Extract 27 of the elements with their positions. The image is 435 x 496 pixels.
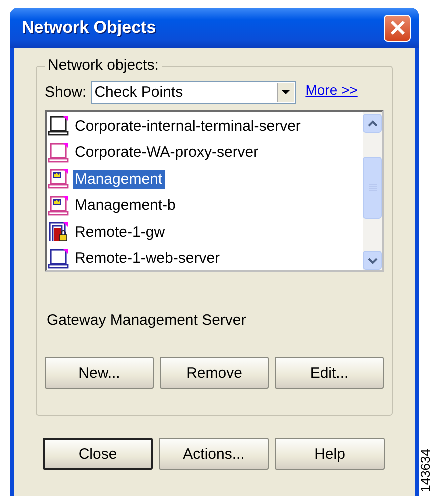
- dialog-button[interactable]: Actions...: [159, 438, 269, 470]
- figure-number: 143634: [419, 448, 433, 492]
- list-item[interactable]: Management-b: [73, 196, 178, 216]
- show-dropdown[interactable]: Check Points: [90, 81, 296, 104]
- close-button[interactable]: [384, 14, 411, 42]
- scroll-up-button[interactable]: [363, 114, 382, 133]
- chevron-down-icon: [368, 256, 378, 264]
- dialog-button[interactable]: Help: [275, 438, 385, 470]
- close-icon: [388, 19, 406, 37]
- more-link[interactable]: More >>: [306, 82, 358, 98]
- show-label: Show:: [45, 84, 87, 101]
- scrollbar[interactable]: [363, 112, 382, 270]
- scroll-thumb[interactable]: [363, 157, 382, 219]
- object-description: Gateway Management Server: [47, 312, 248, 329]
- scroll-down-button[interactable]: [363, 251, 382, 270]
- chevron-up-icon: [368, 120, 378, 128]
- list-item[interactable]: Corporate-WA-proxy-server: [73, 143, 261, 162]
- list-item[interactable]: Remote-1-web-server: [73, 249, 222, 268]
- object-button[interactable]: Remove: [160, 357, 269, 389]
- object-button[interactable]: New...: [45, 357, 154, 389]
- object-button[interactable]: Edit...: [275, 357, 384, 389]
- list-item[interactable]: Management: [73, 170, 165, 189]
- dialog-button[interactable]: Close: [43, 438, 153, 470]
- group-label: Network objects:: [45, 57, 162, 74]
- list-item[interactable]: Corporate-internal-terminal-server: [73, 116, 303, 136]
- window-title: Network Objects: [22, 18, 156, 38]
- list-item[interactable]: Remote-1-gw: [73, 222, 168, 242]
